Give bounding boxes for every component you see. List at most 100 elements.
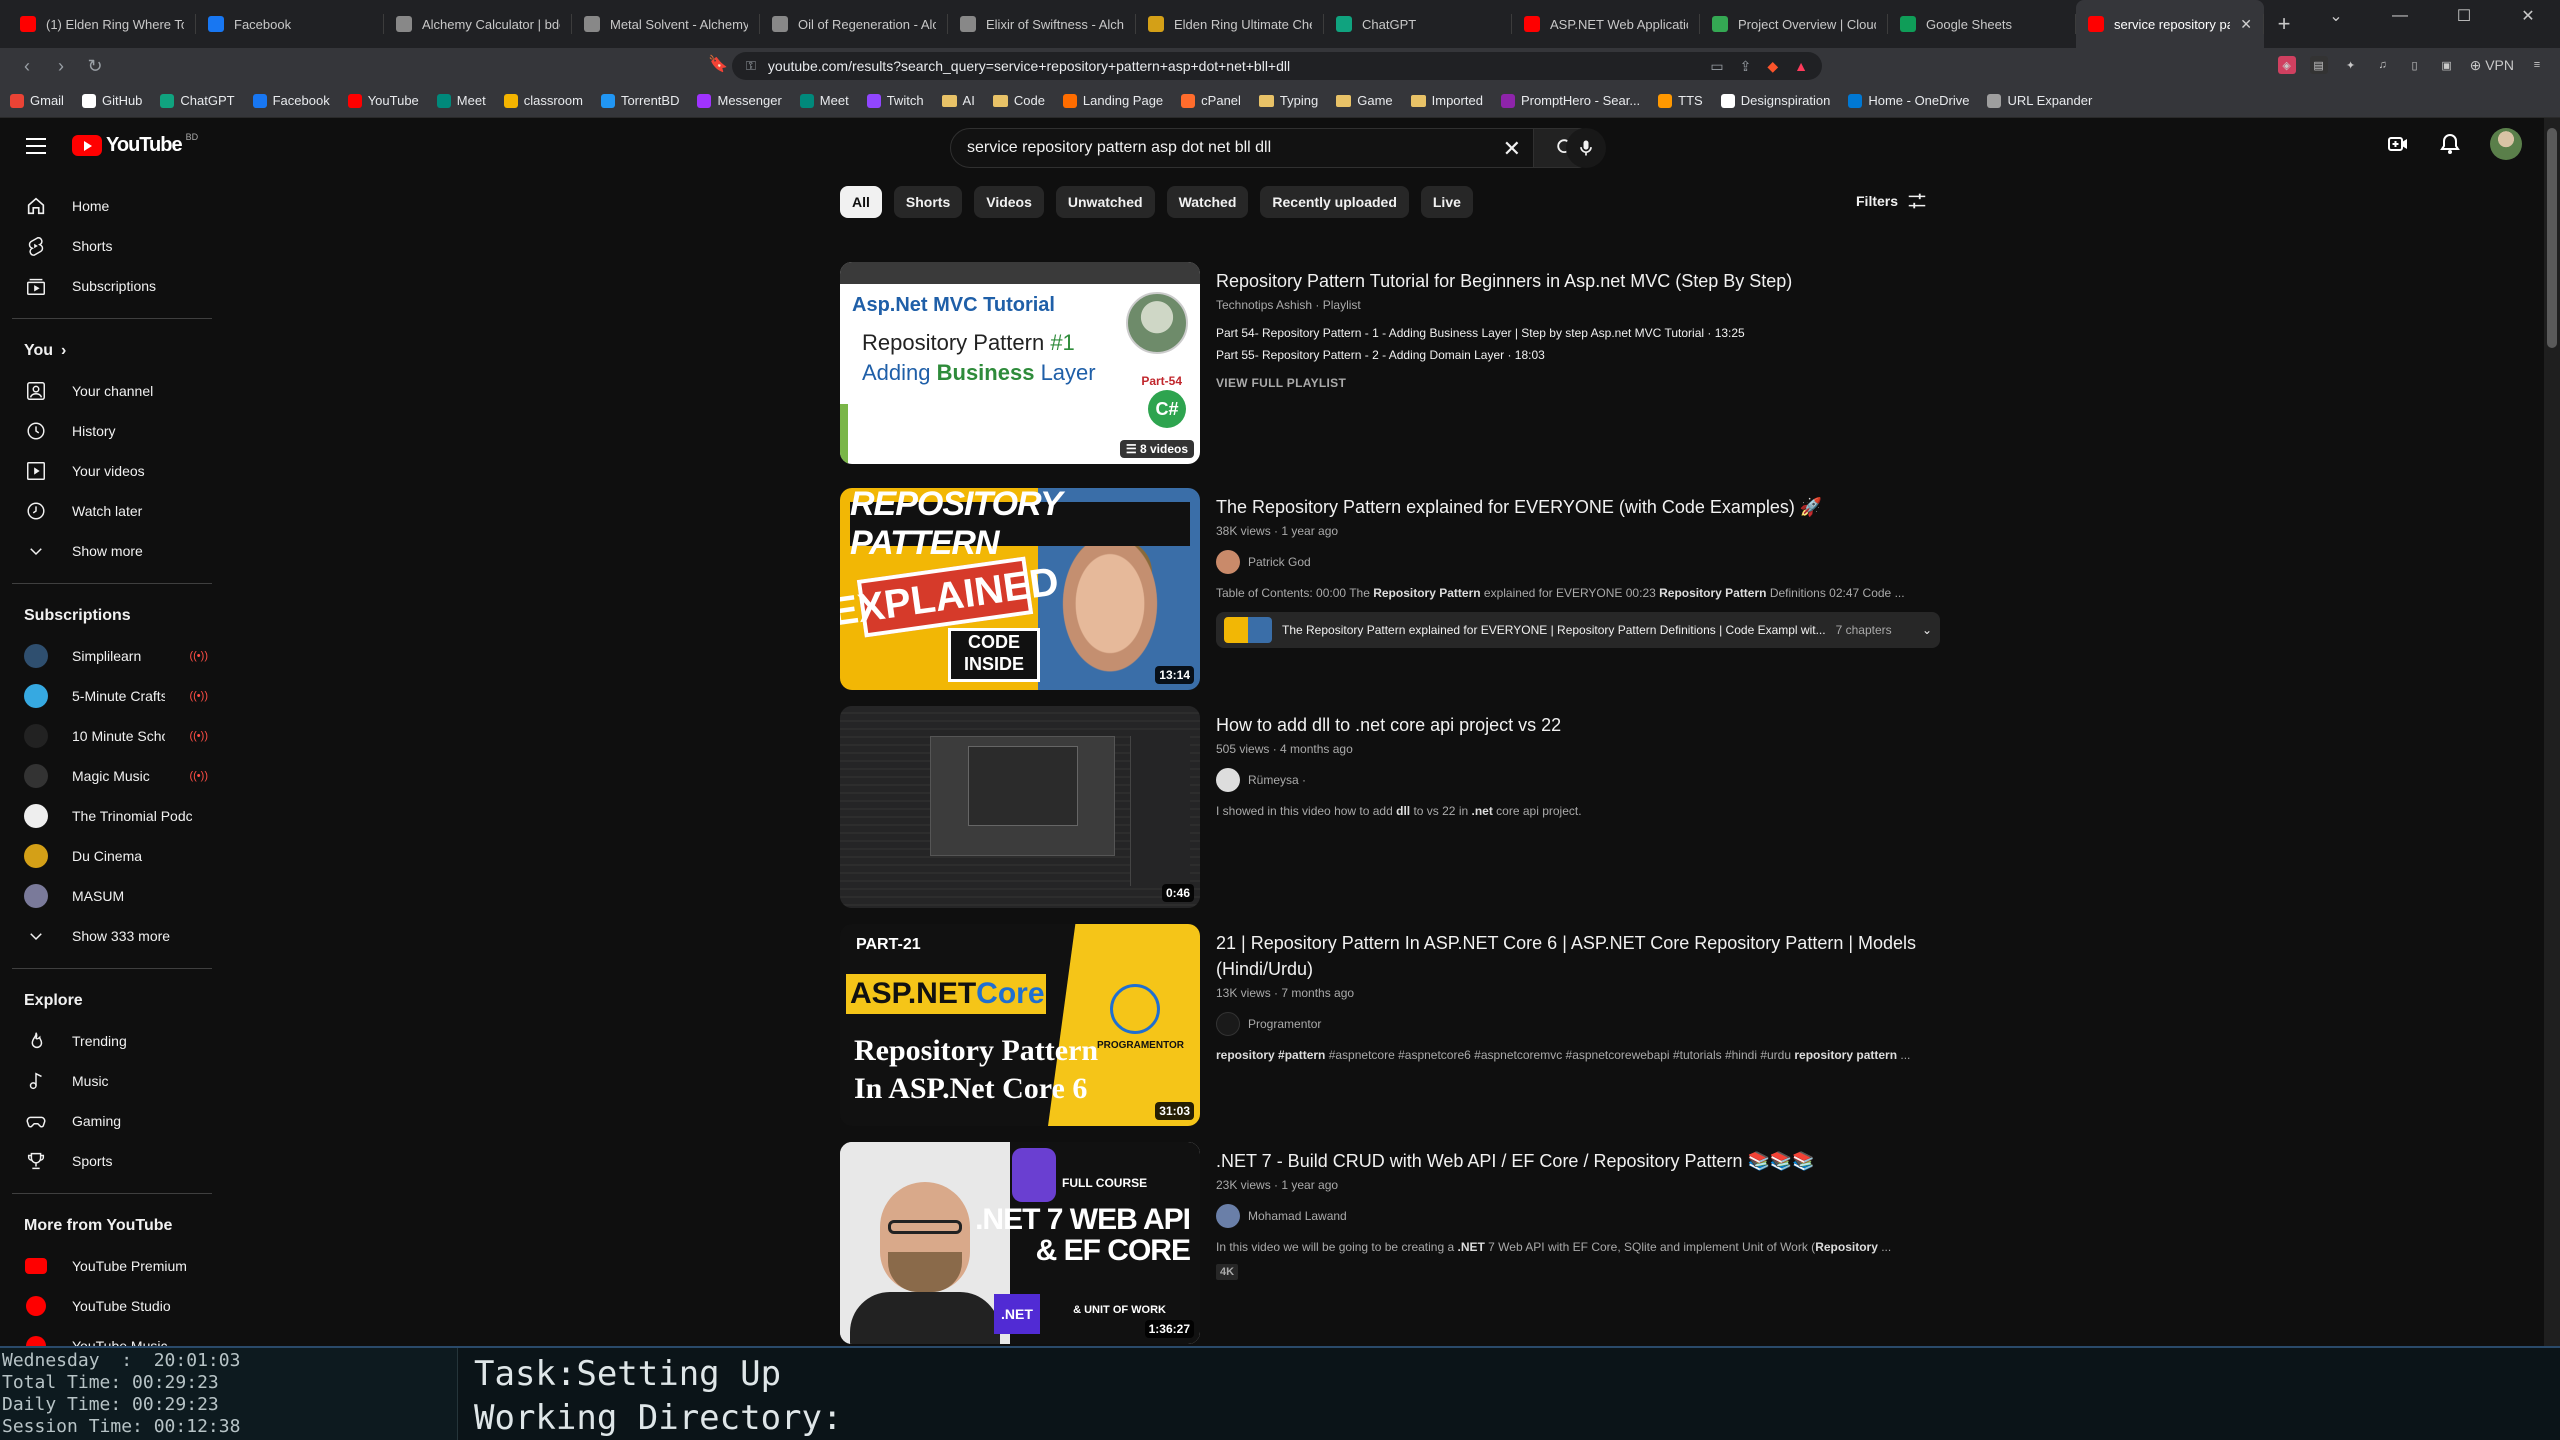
result-title[interactable]: How to add dll to .net core api project … — [1216, 712, 1936, 738]
bookmark-item[interactable]: TTS — [1658, 93, 1703, 108]
sidebar-item-music[interactable]: Music — [12, 1061, 216, 1101]
sidebar-item-youtube-studio[interactable]: YouTube Studio — [12, 1286, 216, 1326]
bookmark-item[interactable]: Gmail — [10, 93, 64, 108]
bookmark-item[interactable]: Home - OneDrive — [1848, 93, 1969, 108]
search-input[interactable]: service repository pattern asp dot net b… — [950, 128, 1534, 168]
youtube-logo[interactable]: YouTube BD — [72, 132, 198, 157]
bookmark-item[interactable]: classroom — [503, 93, 583, 108]
chevron-down-icon[interactable]: ⌄ — [1922, 623, 1932, 637]
filter-chip[interactable]: Unwatched — [1055, 186, 1155, 218]
sidebar-item-subscriptions[interactable]: Subscriptions — [12, 266, 216, 306]
bookmark-item[interactable]: PromptHero - Sear... — [1500, 93, 1640, 108]
bookmark-item[interactable]: YouTube — [347, 93, 419, 108]
filter-chip[interactable]: Watched — [1166, 186, 1249, 218]
bookmark-item[interactable]: cPanel — [1181, 93, 1241, 108]
clear-search-icon[interactable]: ✕ — [1503, 136, 1521, 162]
result-title[interactable]: .NET 7 - Build CRUD with Web API / EF Co… — [1216, 1148, 1936, 1174]
share-icon[interactable]: ⇪ — [1740, 58, 1752, 75]
browser-tab[interactable]: Google Sheets — [1888, 0, 2076, 48]
sidebar-item-show-more-subs[interactable]: Show 333 more — [12, 916, 216, 956]
sidebar-icon[interactable]: ▯ — [2406, 56, 2424, 74]
result-meta[interactable]: Technotips Ashish · Playlist — [1216, 298, 1936, 312]
sidebar-subscription[interactable]: 10 Minute School ((•)) — [12, 716, 216, 756]
close-tab-icon[interactable]: ✕ — [2240, 16, 2252, 33]
bookmark-item[interactable]: Designspiration — [1720, 93, 1830, 108]
sidebar-you-header[interactable]: You › — [12, 331, 216, 371]
bookmark-page-icon[interactable]: 🔖 — [708, 54, 728, 74]
filter-chip[interactable]: Live — [1420, 186, 1473, 218]
playlist-item[interactable]: Part 54- Repository Pattern - 1 - Adding… — [1216, 326, 1936, 340]
sidebar-subscription[interactable]: Du Cinema — [12, 836, 216, 876]
url-bar[interactable]: ⚿ youtube.com/results?search_query=servi… — [732, 52, 1822, 80]
channel-name[interactable]: Mohamad Lawand — [1248, 1209, 1347, 1223]
forward-button[interactable]: › — [44, 51, 78, 81]
channel-avatar[interactable] — [1216, 550, 1240, 574]
sidebar-item-sports[interactable]: Sports — [12, 1141, 216, 1181]
sidebar-subscription[interactable]: MASUM — [12, 876, 216, 916]
bookmark-item[interactable]: URL Expander — [1987, 93, 2092, 108]
filters-button[interactable]: Filters — [1856, 190, 1928, 212]
browser-tab[interactable]: Facebook — [196, 0, 384, 48]
playlist-item[interactable]: Part 55- Repository Pattern - 2 - Adding… — [1216, 348, 1936, 362]
video-thumbnail[interactable]: PART-21 ASP.NET Core Repository Pattern I… — [840, 924, 1200, 1126]
bookmark-item[interactable]: ChatGPT — [160, 93, 235, 108]
extension-icon[interactable]: ▤ — [2309, 56, 2328, 74]
search-result-video[interactable]: 0:46 How to add dll to .net core api pro… — [840, 706, 1940, 910]
filter-chip[interactable]: All — [840, 186, 882, 218]
browser-tab[interactable]: service repository patte ✕ — [2076, 0, 2264, 48]
brave-shield-icon[interactable]: ◆ — [1767, 58, 1778, 75]
bookmark-item[interactable]: Facebook — [252, 93, 330, 108]
channel-name[interactable]: Programentor — [1248, 1017, 1321, 1031]
sidebar-item-watch-later[interactable]: Watch later — [12, 491, 216, 531]
video-thumbnail[interactable]: REPOSITORY PATTERN EXPLAINED CODE INSIDE… — [840, 488, 1200, 690]
filter-chip[interactable]: Videos — [974, 186, 1044, 218]
vpn-button[interactable]: ⊕ VPN — [2470, 57, 2514, 74]
bookmark-item[interactable]: Meet — [436, 93, 486, 108]
channel-avatar[interactable] — [1216, 1204, 1240, 1228]
channel-row[interactable]: Patrick God — [1216, 550, 1936, 574]
bookmark-item[interactable]: Imported — [1410, 93, 1483, 108]
browser-tab[interactable]: Metal Solvent - Alchemy Co — [572, 0, 760, 48]
site-info-icon[interactable]: ⚿ — [746, 58, 756, 74]
result-title[interactable]: Repository Pattern Tutorial for Beginner… — [1216, 268, 1936, 294]
create-video-icon[interactable] — [2386, 132, 2410, 156]
browser-tab[interactable]: ASP.NET Web Application T — [1512, 0, 1700, 48]
bookmark-item[interactable]: Typing — [1258, 93, 1318, 108]
sidebar-item-gaming[interactable]: Gaming — [12, 1101, 216, 1141]
bookmark-item[interactable]: Code — [992, 93, 1045, 108]
browser-tab[interactable]: Oil of Regeneration - Alche — [760, 0, 948, 48]
scrollbar-thumb[interactable] — [2547, 128, 2557, 348]
channel-avatar[interactable] — [1216, 768, 1240, 792]
minimize-button[interactable]: — — [2368, 0, 2432, 32]
tab-search-icon[interactable]: ⌄ — [2304, 0, 2368, 32]
sidebar-item-show-more[interactable]: Show more — [12, 531, 216, 571]
channel-name[interactable]: Rümeysa · — [1248, 773, 1306, 787]
bookmark-item[interactable]: GitHub — [81, 93, 142, 108]
guide-menu-icon[interactable] — [20, 130, 52, 162]
browser-tab[interactable]: Elixir of Swiftness - Alchem — [948, 0, 1136, 48]
result-title[interactable]: 21 | Repository Pattern In ASP.NET Core … — [1216, 930, 1936, 982]
browser-tab[interactable]: ChatGPT — [1324, 0, 1512, 48]
bookmark-item[interactable]: Messenger — [697, 93, 782, 108]
search-result-video[interactable]: FULL COURSE .NET 7 WEB API & EF CORE & U… — [840, 1142, 1940, 1346]
reload-button[interactable]: ↻ — [78, 51, 112, 81]
chapters-strip[interactable]: The Repository Pattern explained for EVE… — [1216, 612, 1940, 648]
bookmark-item[interactable]: AI — [941, 93, 975, 108]
sidebar-item-shorts[interactable]: Shorts — [12, 226, 216, 266]
bookmark-item[interactable]: Twitch — [866, 93, 924, 108]
page-scrollbar[interactable] — [2544, 118, 2560, 1346]
sidebar-subscription[interactable]: 5-Minute Crafts ((•)) — [12, 676, 216, 716]
back-button[interactable]: ‹ — [10, 51, 44, 81]
wallet-icon[interactable]: ▣ — [2438, 56, 2456, 74]
browser-tab[interactable]: (1) Elden Ring Where To Ge — [8, 0, 196, 48]
sidebar-item-home[interactable]: Home — [12, 186, 216, 226]
bookmark-item[interactable]: Meet — [799, 93, 849, 108]
result-title[interactable]: The Repository Pattern explained for EVE… — [1216, 494, 1936, 520]
new-tab-button[interactable]: + — [2264, 0, 2304, 48]
media-icon[interactable]: ♫ — [2374, 56, 2392, 74]
sidebar-subscription[interactable]: Magic Music ((•)) — [12, 756, 216, 796]
extension-icon[interactable]: ◈ — [2277, 56, 2296, 74]
channel-row[interactable]: Rümeysa · — [1216, 768, 1936, 792]
browser-tab[interactable]: Alchemy Calculator | bdoly — [384, 0, 572, 48]
video-thumbnail[interactable]: 0:46 — [840, 706, 1200, 908]
